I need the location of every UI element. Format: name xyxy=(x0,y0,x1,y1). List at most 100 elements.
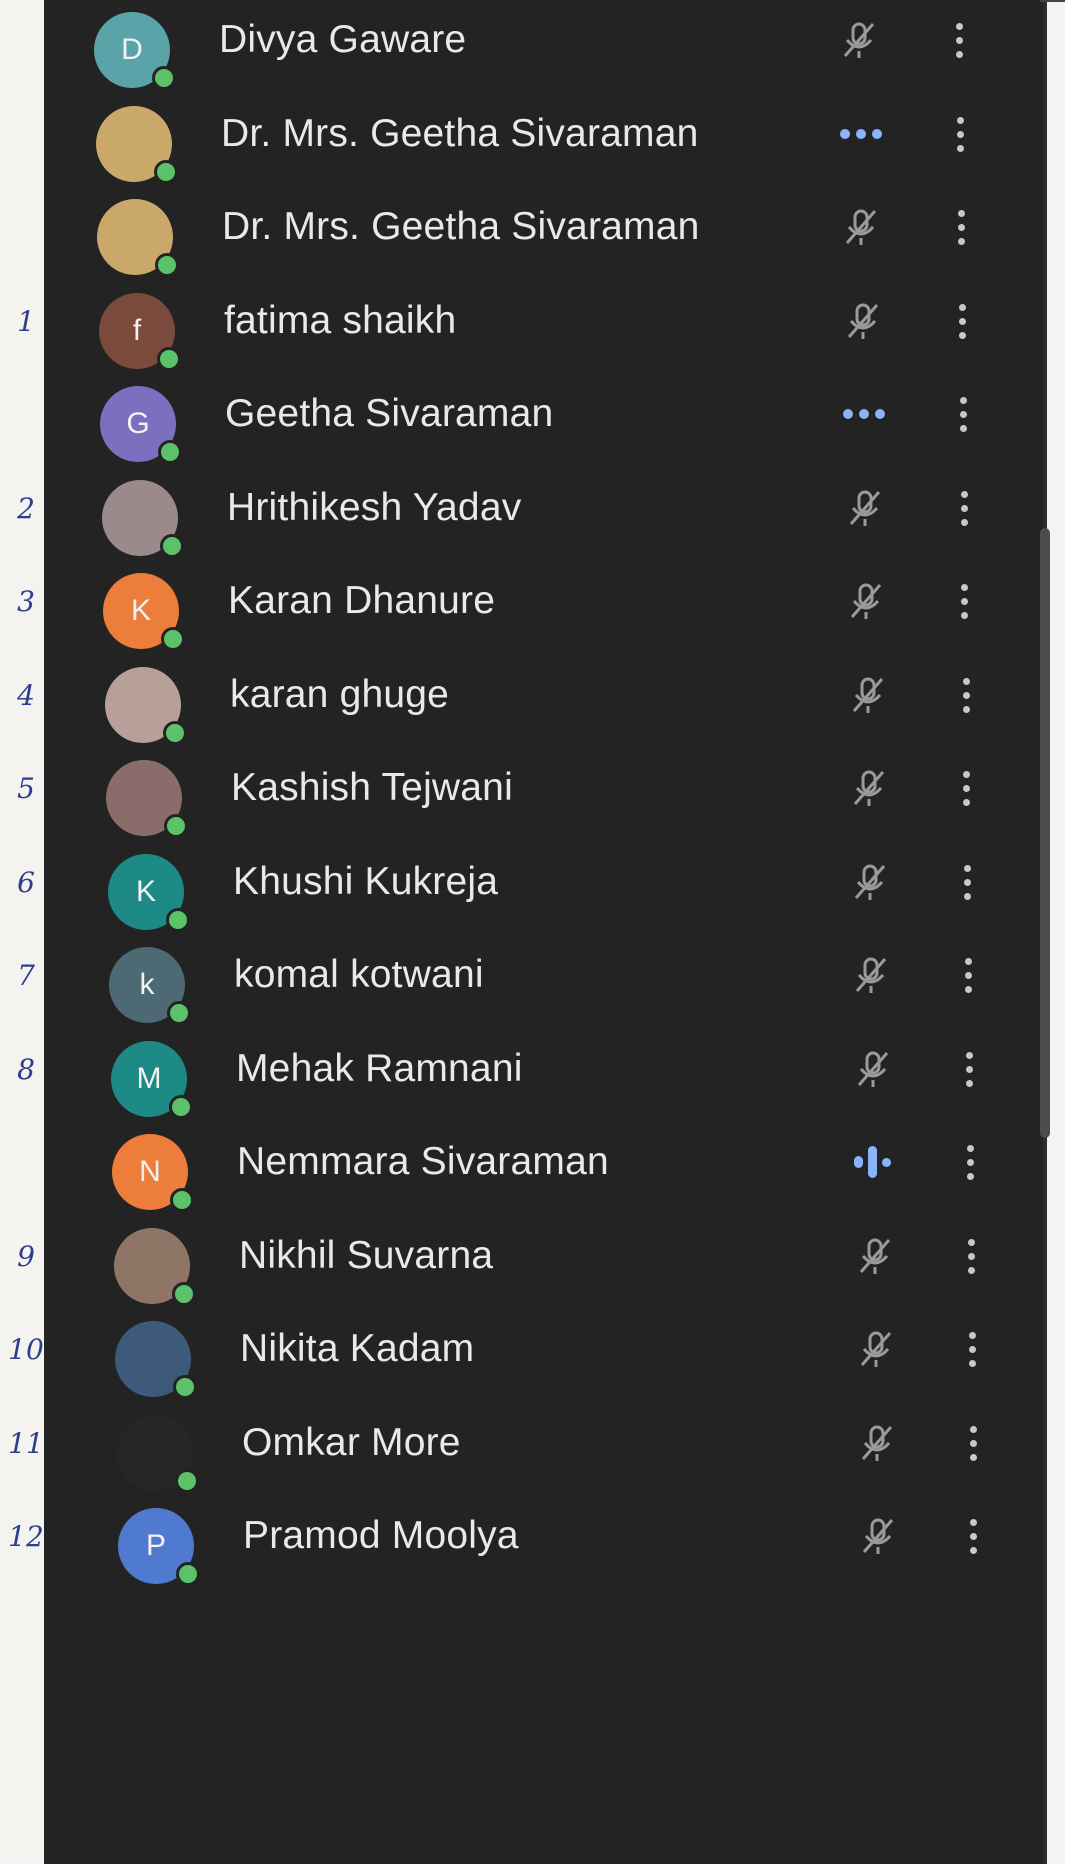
avatar-initial: K xyxy=(130,594,151,627)
mic-off-icon xyxy=(826,203,896,251)
participant-row[interactable]: K Khushi Kukreja xyxy=(44,830,1044,934)
participant-row[interactable]: Nikhil Suvarna xyxy=(44,1204,1044,1308)
avatar: D xyxy=(94,12,176,90)
online-indicator xyxy=(176,1562,200,1586)
avatar xyxy=(96,106,178,184)
avatar xyxy=(106,760,188,838)
more-vertical-icon[interactable] xyxy=(954,1045,984,1093)
avatar xyxy=(117,1415,199,1493)
more-vertical-icon[interactable] xyxy=(957,1325,987,1373)
participant-row[interactable]: Kashish Tejwani xyxy=(44,736,1044,840)
mic-off-icon xyxy=(830,484,900,532)
more-vertical-icon[interactable] xyxy=(951,764,981,812)
participant-name: Kashish Tejwani xyxy=(231,766,513,809)
participant-row[interactable]: M Mehak Ramnani xyxy=(44,1017,1044,1121)
more-vertical-icon[interactable] xyxy=(953,951,983,999)
more-vertical-icon[interactable] xyxy=(949,577,979,625)
mic-off-icon xyxy=(831,577,901,625)
more-vertical-icon[interactable] xyxy=(945,110,975,158)
participant-name: karan ghuge xyxy=(230,673,450,716)
handwritten-number: 7 xyxy=(17,959,35,992)
mic-off-icon xyxy=(828,297,898,345)
handwritten-number: 3 xyxy=(17,585,35,618)
participant-name: Hrithikesh Yadav xyxy=(227,486,522,529)
mic-off-icon xyxy=(833,671,903,719)
avatar xyxy=(97,199,179,277)
participant-row[interactable]: Dr. Mrs. Geetha Sivaraman xyxy=(44,175,1044,279)
avatar: G xyxy=(100,386,182,464)
participant-row[interactable]: Hrithikesh Yadav xyxy=(44,456,1044,560)
more-vertical-icon[interactable] xyxy=(958,1419,988,1467)
audio-level-icon[interactable] xyxy=(838,1138,908,1186)
mic-off-icon xyxy=(834,764,904,812)
mic-off-icon xyxy=(843,1512,913,1560)
more-vertical-icon[interactable] xyxy=(946,203,976,251)
more-vertical-icon[interactable] xyxy=(951,671,981,719)
participant-name: Omkar More xyxy=(242,1421,461,1464)
more-vertical-icon[interactable] xyxy=(949,484,979,532)
participant-row[interactable]: Nikita Kadam xyxy=(44,1297,1044,1401)
participant-name: Nikita Kadam xyxy=(240,1327,475,1370)
more-horizontal-icon[interactable] xyxy=(829,390,899,438)
participant-name: Geetha Sivaraman xyxy=(225,392,554,435)
handwritten-number: 9 xyxy=(17,1240,35,1273)
avatar-initial: P xyxy=(145,1529,166,1562)
avatar: f xyxy=(99,293,181,371)
avatar xyxy=(115,1321,197,1399)
mic-off-icon xyxy=(824,16,894,64)
avatar: M xyxy=(111,1041,193,1119)
participant-row[interactable]: N Nemmara Sivaraman xyxy=(44,1110,1044,1214)
handwritten-number: 12 xyxy=(8,1520,44,1553)
avatar xyxy=(102,480,184,558)
participant-name: Divya Gaware xyxy=(219,18,467,61)
avatar-initial: M xyxy=(136,1062,162,1095)
participant-row[interactable]: P Pramod Moolya xyxy=(44,1484,1044,1588)
avatar: K xyxy=(108,854,190,932)
participant-name: fatima shaikh xyxy=(224,299,457,342)
participant-row[interactable]: f fatima shaikh xyxy=(44,269,1044,373)
participant-row[interactable]: karan ghuge xyxy=(44,643,1044,747)
participant-name: Nemmara Sivaraman xyxy=(237,1140,609,1183)
more-vertical-icon[interactable] xyxy=(955,1138,985,1186)
more-vertical-icon[interactable] xyxy=(958,1512,988,1560)
avatar: N xyxy=(112,1134,194,1212)
more-vertical-icon[interactable] xyxy=(956,1232,986,1280)
participant-row[interactable]: k komal kotwani xyxy=(44,923,1044,1027)
avatar-initial: D xyxy=(121,33,143,66)
handwritten-number: 8 xyxy=(17,1053,35,1086)
avatar-initial: N xyxy=(139,1155,161,1188)
more-vertical-icon[interactable] xyxy=(944,16,974,64)
participant-row[interactable]: Omkar More xyxy=(44,1391,1044,1495)
avatar: P xyxy=(118,1508,200,1586)
handwritten-number: 4 xyxy=(17,679,35,712)
participant-name: Nikhil Suvarna xyxy=(239,1234,494,1277)
more-vertical-icon[interactable] xyxy=(947,297,977,345)
mic-off-icon xyxy=(840,1232,910,1280)
participant-name: komal kotwani xyxy=(234,953,484,996)
mic-off-icon xyxy=(835,858,905,906)
participant-row[interactable]: Dr. Mrs. Geetha Sivaraman xyxy=(44,82,1044,186)
participant-row[interactable]: D Divya Gaware xyxy=(44,0,1044,92)
participant-name: Mehak Ramnani xyxy=(236,1047,523,1090)
handwritten-number: 11 xyxy=(8,1427,44,1460)
participant-row[interactable]: G Geetha Sivaraman xyxy=(44,362,1044,466)
handwritten-number: 5 xyxy=(17,772,35,805)
participant-name: Pramod Moolya xyxy=(243,1514,519,1557)
participant-name: Dr. Mrs. Geetha Sivaraman xyxy=(222,205,700,248)
avatar-initial: K xyxy=(135,875,156,908)
participant-name: Karan Dhanure xyxy=(228,579,496,622)
avatar xyxy=(105,667,187,745)
avatar-initial: G xyxy=(126,407,150,440)
handwritten-number: 6 xyxy=(17,866,35,899)
participant-name: Dr. Mrs. Geetha Sivaraman xyxy=(221,112,699,155)
avatar-initial: k xyxy=(139,968,155,1001)
participant-row[interactable]: K Karan Dhanure xyxy=(44,549,1044,653)
more-horizontal-icon[interactable] xyxy=(826,110,896,158)
mic-off-icon xyxy=(836,951,906,999)
handwritten-number: 10 xyxy=(8,1333,44,1366)
more-vertical-icon[interactable] xyxy=(952,858,982,906)
more-vertical-icon[interactable] xyxy=(948,390,978,438)
avatar xyxy=(114,1228,196,1306)
mic-off-icon xyxy=(842,1419,912,1467)
avatar-initial: f xyxy=(132,314,142,347)
